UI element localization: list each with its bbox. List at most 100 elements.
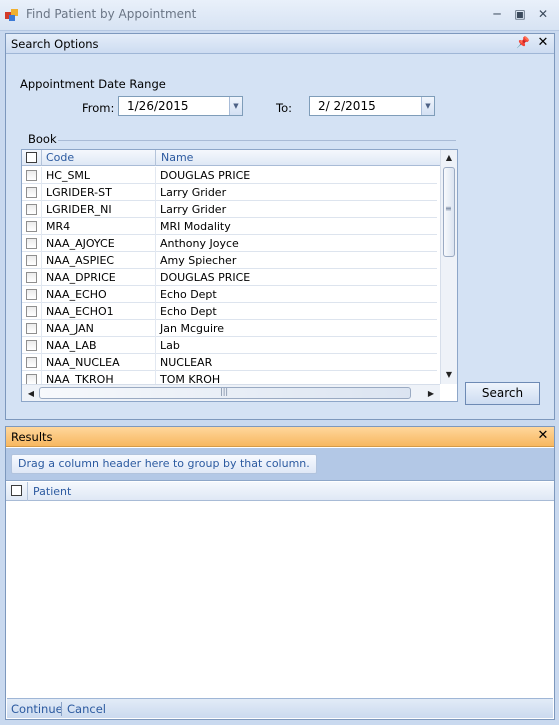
- table-row[interactable]: NAA_ASPIEC Amy Spiecher: [22, 252, 437, 269]
- row-checkbox[interactable]: [26, 323, 37, 334]
- from-label: From:: [82, 101, 115, 115]
- name-cell: Echo Dept: [160, 305, 217, 318]
- table-row[interactable]: HC_SML DOUGLAS PRICE: [22, 167, 437, 184]
- name-cell: Anthony Joyce: [160, 237, 239, 250]
- table-row[interactable]: NAA_ECHO Echo Dept: [22, 286, 437, 303]
- results-grid-body: [6, 501, 554, 697]
- name-cell: Echo Dept: [160, 288, 217, 301]
- scroll-down-icon[interactable]: ▼: [442, 369, 456, 381]
- code-cell: LGRIDER-ST: [46, 186, 112, 199]
- minimize-icon[interactable]: ─: [490, 7, 504, 21]
- vertical-scroll-thumb[interactable]: ≡: [443, 167, 455, 257]
- column-header-code[interactable]: Code: [46, 151, 74, 164]
- code-cell: NAA_LAB: [46, 339, 97, 352]
- table-row[interactable]: NAA_NUCLEA NUCLEAR: [22, 354, 437, 371]
- close-icon[interactable]: ✕: [536, 36, 550, 50]
- window-title: Find Patient by Appointment: [26, 7, 197, 21]
- code-cell: NAA_JAN: [46, 322, 94, 335]
- code-cell: NAA_DPRICE: [46, 271, 116, 284]
- code-cell: HC_SML: [46, 169, 91, 182]
- name-cell: Jan Mcguire: [160, 322, 225, 335]
- group-by-hint: Drag a column header here to group by th…: [11, 454, 317, 474]
- table-row[interactable]: NAA_ECHO1 Echo Dept: [22, 303, 437, 320]
- grip-icon: |||: [220, 387, 229, 396]
- select-all-checkbox[interactable]: [26, 152, 37, 163]
- scroll-right-icon[interactable]: ▶: [424, 388, 438, 400]
- pin-icon[interactable]: 📌: [516, 36, 530, 50]
- to-label: To:: [276, 101, 292, 115]
- row-checkbox[interactable]: [26, 187, 37, 198]
- date-range-label: Appointment Date Range: [20, 77, 166, 91]
- row-checkbox[interactable]: [26, 357, 37, 368]
- scroll-up-icon[interactable]: ▲: [442, 152, 456, 164]
- cancel-button[interactable]: Cancel: [67, 702, 106, 716]
- book-group-line: [58, 140, 456, 141]
- code-cell: NAA_ASPIEC: [46, 254, 115, 267]
- group-by-area[interactable]: Drag a column header here to group by th…: [6, 448, 554, 481]
- table-row[interactable]: LGRIDER_NI Larry Grider: [22, 201, 437, 218]
- results-header: Results ✕: [6, 427, 554, 447]
- results-panel: Results ✕ Drag a column header here to g…: [5, 426, 555, 720]
- row-checkbox[interactable]: [26, 340, 37, 351]
- panel-title: Results: [11, 430, 53, 444]
- table-row[interactable]: NAA_DPRICE DOUGLAS PRICE: [22, 269, 437, 286]
- results-grid-header: Patient: [6, 482, 554, 501]
- scroll-left-icon[interactable]: ◀: [24, 388, 38, 400]
- column-header-name[interactable]: Name: [161, 151, 193, 164]
- table-row[interactable]: LGRIDER-ST Larry Grider: [22, 184, 437, 201]
- column-header-patient[interactable]: Patient: [33, 485, 71, 498]
- row-checkbox[interactable]: [26, 238, 37, 249]
- chevron-down-icon[interactable]: ▼: [229, 97, 242, 115]
- footer-bar: Continue Cancel: [7, 698, 553, 718]
- row-checkbox[interactable]: [26, 306, 37, 317]
- code-cell: LGRIDER_NI: [46, 203, 112, 216]
- table-row[interactable]: MR4 MRI Modality: [22, 218, 437, 235]
- code-cell: NAA_ECHO1: [46, 305, 114, 318]
- from-date-picker[interactable]: 1/26/2015 ▼: [118, 96, 243, 116]
- code-cell: NAA_NUCLEA: [46, 356, 120, 369]
- row-checkbox[interactable]: [26, 272, 37, 283]
- name-cell: Lab: [160, 339, 180, 352]
- row-checkbox[interactable]: [26, 170, 37, 181]
- name-cell: NUCLEAR: [160, 356, 213, 369]
- continue-button[interactable]: Continue: [11, 702, 63, 716]
- book-grid: Code Name HC_SML DOUGLAS PRICE LGRIDER-ST L…: [21, 149, 458, 402]
- code-cell: NAA_ECHO: [46, 288, 107, 301]
- row-checkbox[interactable]: [26, 289, 37, 300]
- name-cell: DOUGLAS PRICE: [160, 271, 251, 284]
- select-all-checkbox[interactable]: [11, 485, 22, 496]
- horizontal-scroll-thumb[interactable]: |||: [39, 387, 411, 399]
- search-button[interactable]: Search: [465, 382, 540, 405]
- window-titlebar: Find Patient by Appointment ─ ▣ ✕: [0, 0, 559, 31]
- grip-icon: ≡: [445, 204, 452, 213]
- name-cell: Larry Grider: [160, 186, 227, 199]
- row-checkbox[interactable]: [26, 221, 37, 232]
- vertical-scrollbar[interactable]: ▲ ≡ ▼: [440, 150, 457, 384]
- search-options-header: Search Options 📌 ✕: [6, 34, 554, 54]
- close-icon[interactable]: ✕: [536, 429, 550, 443]
- name-cell: Amy Spiecher: [160, 254, 237, 267]
- name-cell: Larry Grider: [160, 203, 227, 216]
- code-cell: MR4: [46, 220, 71, 233]
- panel-title: Search Options: [11, 37, 99, 51]
- row-checkbox[interactable]: [26, 255, 37, 266]
- table-row[interactable]: NAA_JAN Jan Mcguire: [22, 320, 437, 337]
- close-icon[interactable]: ✕: [536, 7, 550, 21]
- footer-divider: [61, 702, 62, 716]
- book-label: Book: [28, 132, 57, 146]
- chevron-down-icon[interactable]: ▼: [421, 97, 434, 115]
- to-date-value: 2/ 2/2015: [318, 99, 376, 113]
- name-cell: DOUGLAS PRICE: [160, 169, 251, 182]
- table-row[interactable]: NAA_LAB Lab: [22, 337, 437, 354]
- row-checkbox[interactable]: [26, 204, 37, 215]
- table-row[interactable]: NAA_AJOYCE Anthony Joyce: [22, 235, 437, 252]
- from-date-value: 1/26/2015: [127, 99, 189, 113]
- book-grid-header: Code Name: [22, 150, 442, 166]
- horizontal-scrollbar[interactable]: ◀ ||| ▶: [22, 384, 440, 401]
- code-cell: NAA_AJOYCE: [46, 237, 115, 250]
- to-date-picker[interactable]: 2/ 2/2015 ▼: [309, 96, 435, 116]
- name-cell: MRI Modality: [160, 220, 231, 233]
- maximize-icon[interactable]: ▣: [513, 7, 527, 21]
- search-options-panel: Search Options 📌 ✕ Appointment Date Rang…: [5, 33, 555, 420]
- app-icon: [5, 9, 18, 21]
